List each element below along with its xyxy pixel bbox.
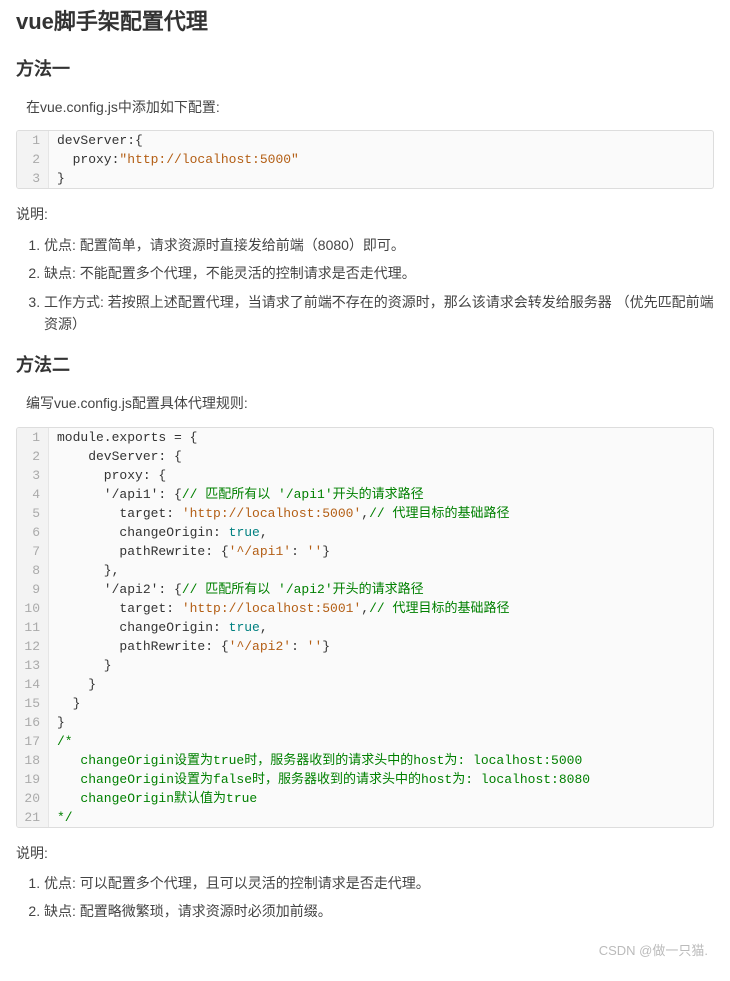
line-number: 6 bbox=[17, 523, 49, 542]
method1-intro: 在vue.config.js中添加如下配置: bbox=[26, 96, 714, 118]
code-content: changeOrigin默认值为true bbox=[49, 789, 257, 808]
list-item: 缺点: 配置略微繁琐，请求资源时必须加前缀。 bbox=[44, 900, 714, 922]
code-line: 15 } bbox=[17, 694, 713, 713]
line-number: 20 bbox=[17, 789, 49, 808]
code-content: }, bbox=[49, 561, 119, 580]
line-number: 11 bbox=[17, 618, 49, 637]
code-line: 2 devServer: { bbox=[17, 447, 713, 466]
code-content: proxy:"http://localhost:5000" bbox=[49, 150, 299, 169]
code-content: changeOrigin设置为false时，服务器收到的请求头中的host为: … bbox=[49, 770, 590, 789]
code-line: 7 pathRewrite: {'^/api1': ''} bbox=[17, 542, 713, 561]
method2-intro: 编写vue.config.js配置具体代理规则: bbox=[26, 392, 714, 414]
list-item: 缺点: 不能配置多个代理，不能灵活的控制请求是否走代理。 bbox=[44, 262, 714, 284]
code-content: pathRewrite: {'^/api1': ''} bbox=[49, 542, 330, 561]
code-content: changeOrigin设置为true时，服务器收到的请求头中的host为: l… bbox=[49, 751, 582, 770]
method2-codeblock: 1module.exports = {2 devServer: {3 proxy… bbox=[16, 427, 714, 828]
line-number: 14 bbox=[17, 675, 49, 694]
code-line: 17/* bbox=[17, 732, 713, 751]
code-line: 3 proxy: { bbox=[17, 466, 713, 485]
method1-desc-label: 说明: bbox=[16, 203, 714, 225]
method2-heading: 方法二 bbox=[16, 351, 714, 380]
line-number: 18 bbox=[17, 751, 49, 770]
code-line: 12 pathRewrite: {'^/api2': ''} bbox=[17, 637, 713, 656]
code-content: proxy: { bbox=[49, 466, 166, 485]
list-item: 工作方式: 若按照上述配置代理，当请求了前端不存在的资源时，那么该请求会转发给服… bbox=[44, 291, 714, 336]
method1-points: 优点: 配置简单，请求资源时直接发给前端（8080）即可。缺点: 不能配置多个代… bbox=[16, 234, 714, 336]
line-number: 10 bbox=[17, 599, 49, 618]
code-line: 8 }, bbox=[17, 561, 713, 580]
code-line: 13 } bbox=[17, 656, 713, 675]
code-content: } bbox=[49, 169, 65, 188]
line-number: 16 bbox=[17, 713, 49, 732]
code-line: 1module.exports = { bbox=[17, 428, 713, 447]
code-content: changeOrigin: true, bbox=[49, 618, 268, 637]
line-number: 17 bbox=[17, 732, 49, 751]
code-line: 14 } bbox=[17, 675, 713, 694]
line-number: 15 bbox=[17, 694, 49, 713]
line-number: 2 bbox=[17, 447, 49, 466]
list-item: 优点: 可以配置多个代理，且可以灵活的控制请求是否走代理。 bbox=[44, 872, 714, 894]
code-content: module.exports = { bbox=[49, 428, 197, 447]
code-line: 6 changeOrigin: true, bbox=[17, 523, 713, 542]
code-line: 19 changeOrigin设置为false时，服务器收到的请求头中的host… bbox=[17, 770, 713, 789]
code-line: 16} bbox=[17, 713, 713, 732]
line-number: 8 bbox=[17, 561, 49, 580]
line-number: 4 bbox=[17, 485, 49, 504]
line-number: 2 bbox=[17, 150, 49, 169]
code-content: '/api1': {// 匹配所有以 '/api1'开头的请求路径 bbox=[49, 485, 424, 504]
method2-points: 优点: 可以配置多个代理，且可以灵活的控制请求是否走代理。缺点: 配置略微繁琐，… bbox=[16, 872, 714, 923]
line-number: 3 bbox=[17, 466, 49, 485]
line-number: 1 bbox=[17, 131, 49, 150]
line-number: 12 bbox=[17, 637, 49, 656]
method1-heading: 方法一 bbox=[16, 55, 714, 84]
page-title: vue脚手架配置代理 bbox=[16, 4, 714, 39]
line-number: 19 bbox=[17, 770, 49, 789]
line-number: 7 bbox=[17, 542, 49, 561]
line-number: 13 bbox=[17, 656, 49, 675]
code-content: } bbox=[49, 675, 96, 694]
watermark: CSDN @做一只猫. bbox=[16, 941, 714, 962]
code-content: */ bbox=[49, 808, 73, 827]
code-line: 11 changeOrigin: true, bbox=[17, 618, 713, 637]
code-content: target: 'http://localhost:5001',// 代理目标的… bbox=[49, 599, 509, 618]
code-line: 18 changeOrigin设置为true时，服务器收到的请求头中的host为… bbox=[17, 751, 713, 770]
code-content: } bbox=[49, 694, 80, 713]
method2-desc-label: 说明: bbox=[16, 842, 714, 864]
code-content: changeOrigin: true, bbox=[49, 523, 268, 542]
line-number: 1 bbox=[17, 428, 49, 447]
line-number: 5 bbox=[17, 504, 49, 523]
line-number: 3 bbox=[17, 169, 49, 188]
code-content: /* bbox=[49, 732, 73, 751]
code-content: '/api2': {// 匹配所有以 '/api2'开头的请求路径 bbox=[49, 580, 424, 599]
code-line: 21*/ bbox=[17, 808, 713, 827]
code-line: 1devServer:{ bbox=[17, 131, 713, 150]
code-content: } bbox=[49, 656, 112, 675]
method1-codeblock: 1devServer:{2 proxy:"http://localhost:50… bbox=[16, 130, 714, 189]
code-line: 5 target: 'http://localhost:5000',// 代理目… bbox=[17, 504, 713, 523]
line-number: 9 bbox=[17, 580, 49, 599]
code-line: 20 changeOrigin默认值为true bbox=[17, 789, 713, 808]
list-item: 优点: 配置简单，请求资源时直接发给前端（8080）即可。 bbox=[44, 234, 714, 256]
code-content: } bbox=[49, 713, 65, 732]
code-line: 9 '/api2': {// 匹配所有以 '/api2'开头的请求路径 bbox=[17, 580, 713, 599]
code-content: devServer: { bbox=[49, 447, 182, 466]
code-content: pathRewrite: {'^/api2': ''} bbox=[49, 637, 330, 656]
code-line: 3} bbox=[17, 169, 713, 188]
code-content: devServer:{ bbox=[49, 131, 143, 150]
line-number: 21 bbox=[17, 808, 49, 827]
code-line: 4 '/api1': {// 匹配所有以 '/api1'开头的请求路径 bbox=[17, 485, 713, 504]
code-content: target: 'http://localhost:5000',// 代理目标的… bbox=[49, 504, 509, 523]
code-line: 10 target: 'http://localhost:5001',// 代理… bbox=[17, 599, 713, 618]
code-line: 2 proxy:"http://localhost:5000" bbox=[17, 150, 713, 169]
